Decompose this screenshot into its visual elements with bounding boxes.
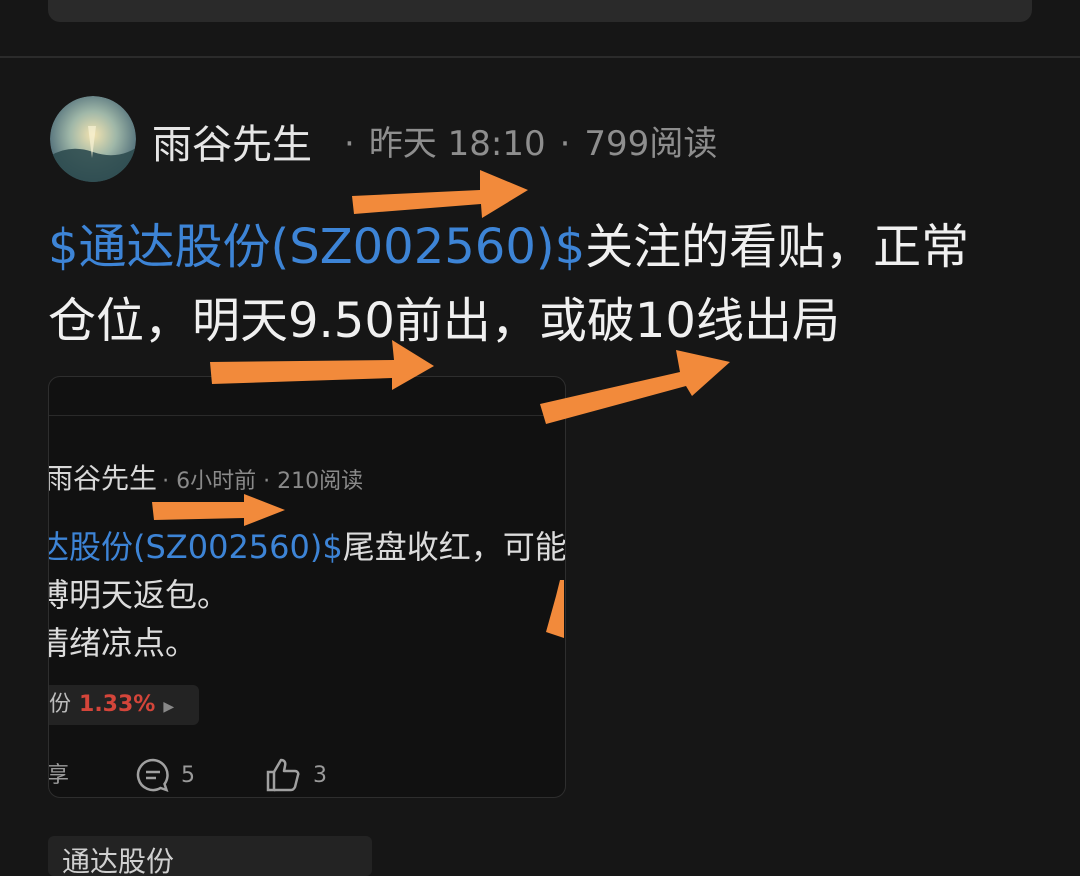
comment-count: 5 <box>181 762 195 788</box>
post-body: $通达股份(SZ002560)$关注的看贴，正常 仓位，明天9.50前出，或破1… <box>48 210 1038 358</box>
thumbs-up-icon <box>266 758 300 792</box>
meta-separator: · <box>559 124 571 164</box>
meta-separator: · <box>344 124 355 164</box>
post-text-line2: 仓位，明天9.50前出，或破10线出局 <box>48 293 840 349</box>
previous-post-card[interactable] <box>48 0 1032 22</box>
stock-chip-label: 通达股份 <box>62 845 175 876</box>
arrow-icon <box>540 350 730 424</box>
comment-button[interactable]: 5 <box>135 757 195 793</box>
share-label: 享 <box>48 763 70 788</box>
quoted-post-card[interactable]: 雨谷先生 · 6小时前 · 210阅读 达股份(SZ002560)$尾盘收红，可… <box>48 376 566 798</box>
stock-tag[interactable]: 份 1.33% ▶ <box>49 685 199 725</box>
stock-tag-name: 份 <box>49 692 72 717</box>
post-time: 昨天 18:10 <box>368 124 546 164</box>
quoted-actions: 享 5 3 <box>48 757 565 793</box>
stock-link[interactable]: $通达股份(SZ002560)$ <box>48 219 585 275</box>
stock-chip[interactable]: 通达股份 <box>48 836 372 876</box>
quoted-stock-link[interactable]: 达股份(SZ002560)$ <box>49 528 343 566</box>
quoted-line2: 博明天返包。 <box>48 576 230 614</box>
quoted-line3: 情绪凉点。 <box>48 624 198 662</box>
quoted-divider <box>49 415 565 416</box>
quoted-meta: 雨谷先生 · 6小时前 · 210阅读 <box>49 457 364 497</box>
like-count: 3 <box>313 762 327 788</box>
share-button[interactable]: 享 <box>48 757 70 789</box>
like-button[interactable]: 3 <box>265 757 327 793</box>
quoted-body: 达股份(SZ002560)$尾盘收红，可能 博明天返包。 情绪凉点。 <box>48 523 566 667</box>
post-author[interactable]: 雨谷先生 <box>152 112 312 170</box>
quoted-reads: 210阅读 <box>277 469 364 494</box>
quoted-time: 6小时前 <box>176 469 257 494</box>
quoted-author[interactable]: 雨谷先生 <box>49 462 157 495</box>
avatar[interactable] <box>50 96 136 182</box>
quoted-line1: 尾盘收红，可能 <box>342 528 566 566</box>
post-reads: 799阅读 <box>584 124 718 164</box>
triangle-right-icon: ▶ <box>163 699 175 715</box>
divider <box>0 56 1080 58</box>
post-text-line1: 关注的看贴，正常 <box>585 219 970 275</box>
comment-icon <box>136 758 169 792</box>
post-meta: · 昨天 18:10 · 799阅读 <box>330 116 717 165</box>
stock-tag-change: 1.33% <box>79 692 156 717</box>
